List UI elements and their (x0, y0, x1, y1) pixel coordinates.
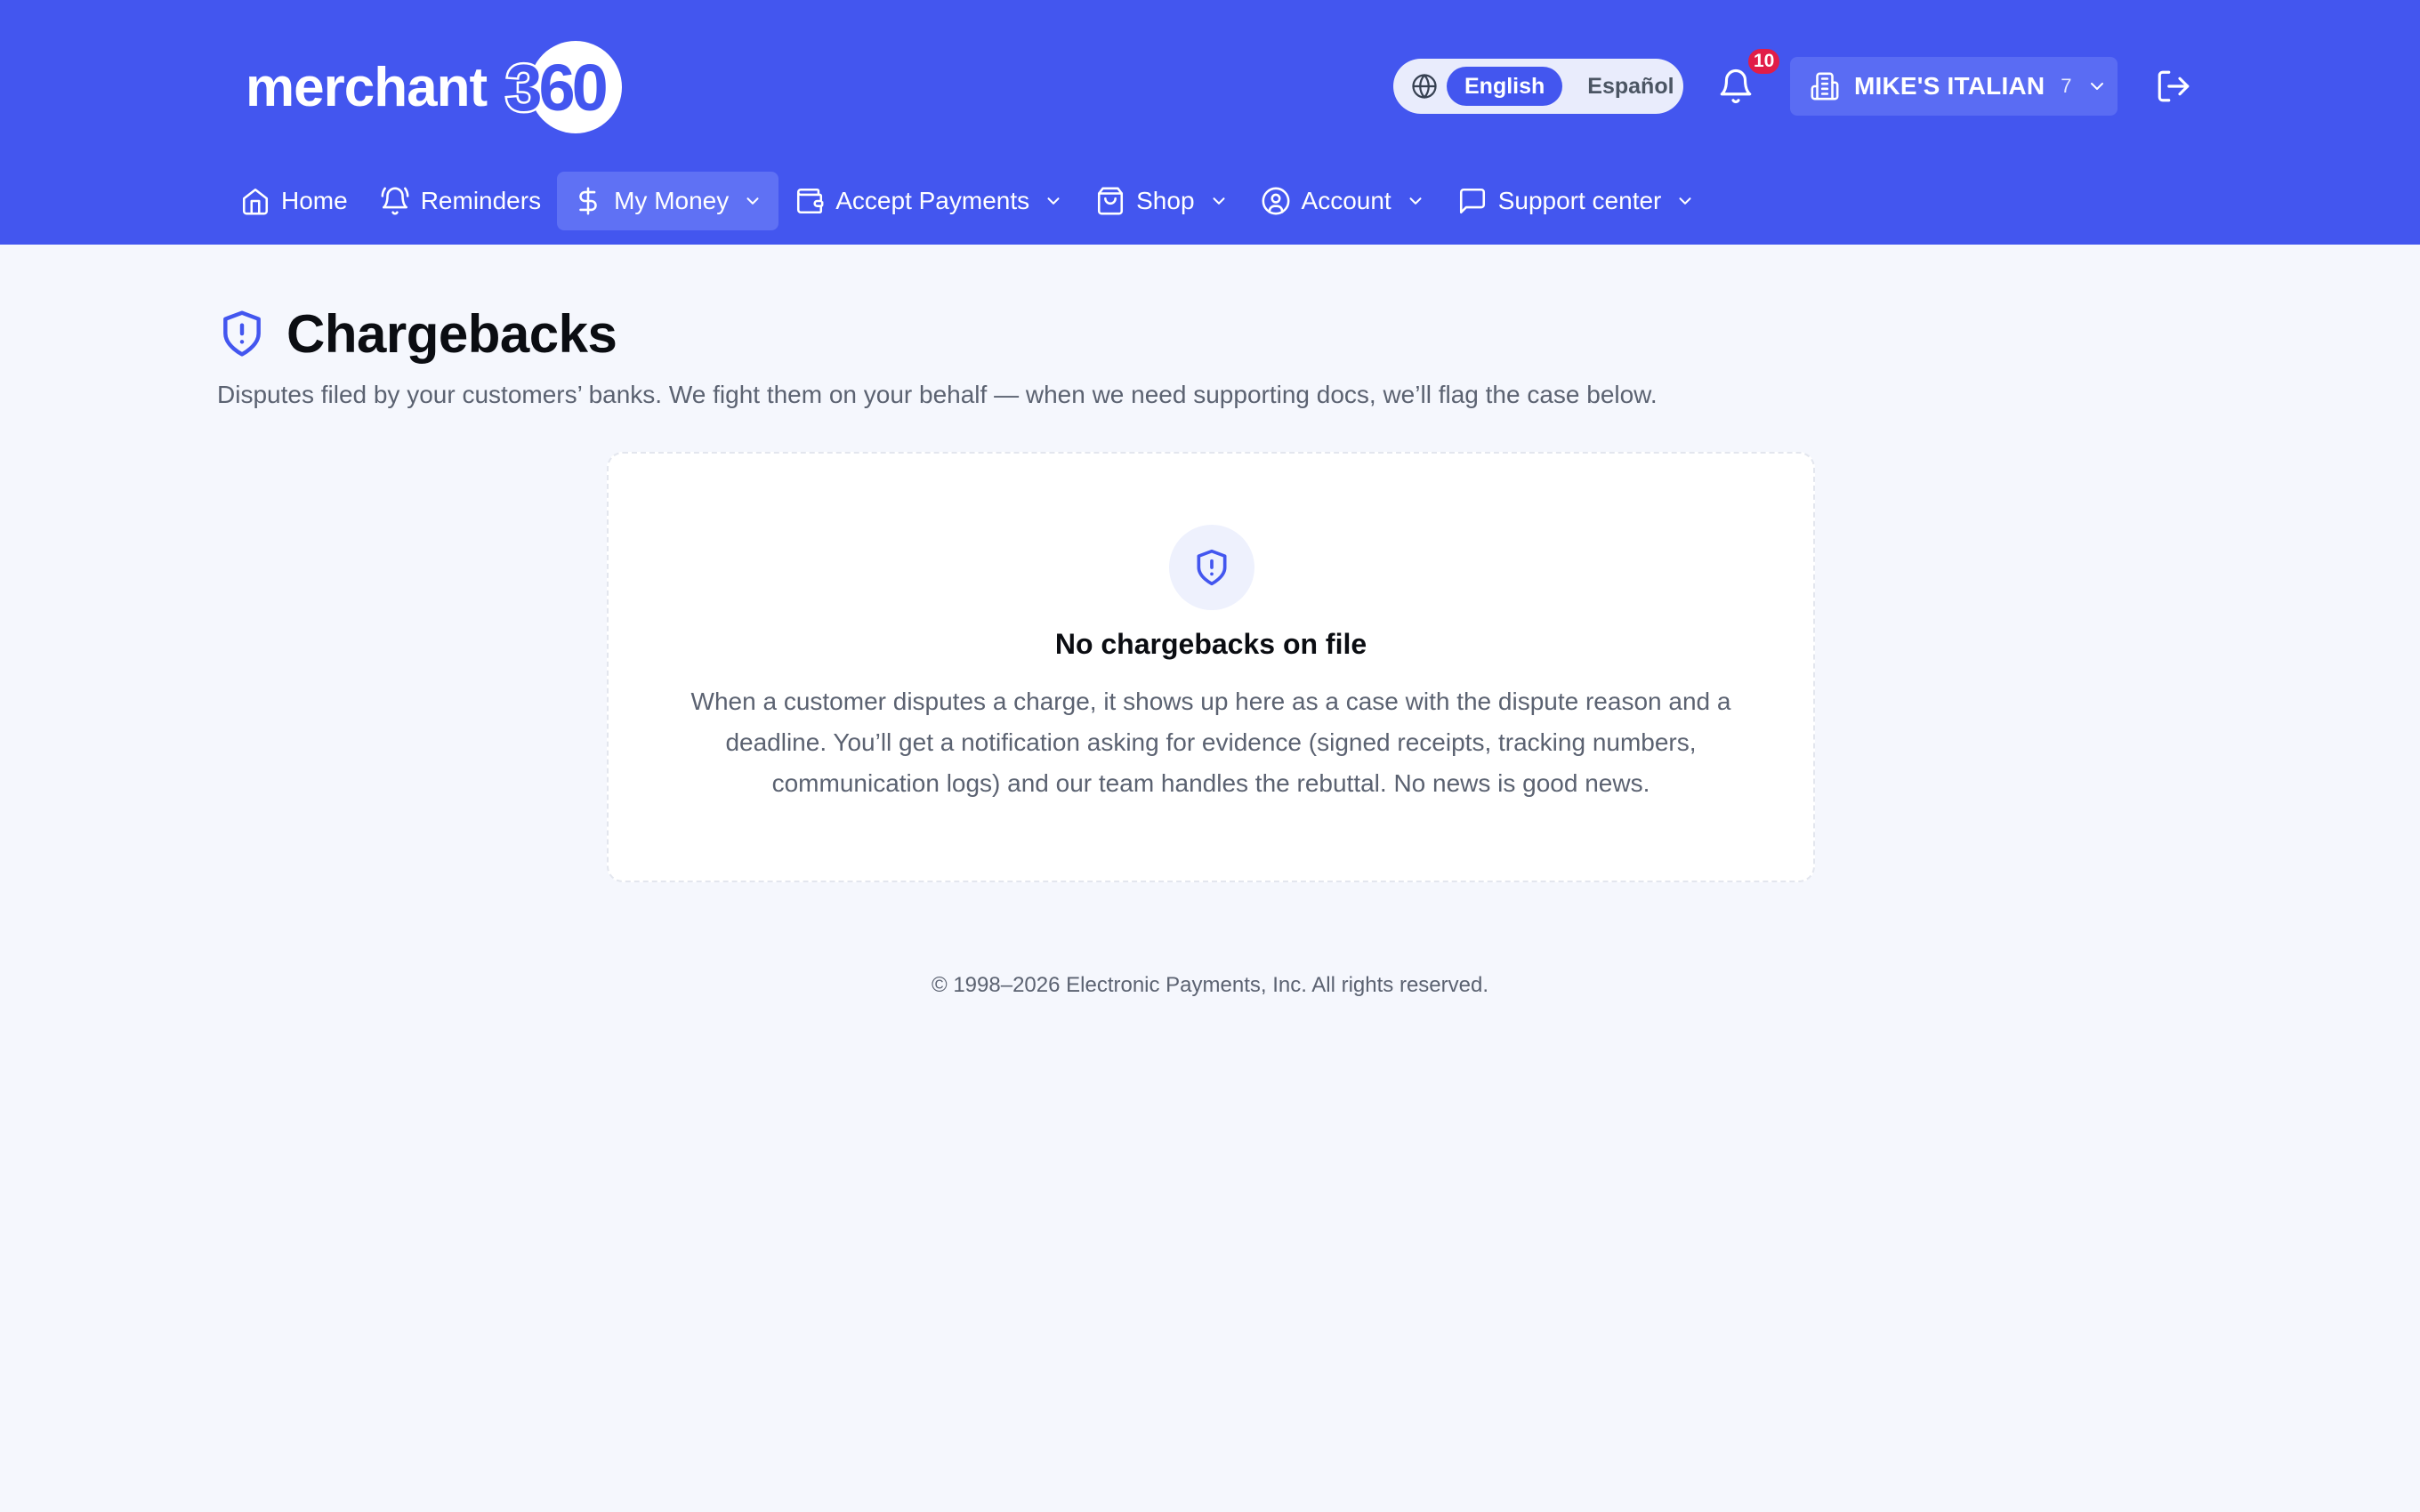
message-square-icon (1457, 186, 1488, 216)
empty-state-title: No chargebacks on file (1054, 628, 1367, 660)
notification-count-badge: 10 (1746, 46, 1783, 76)
nav-label: Home (281, 187, 348, 214)
dollar-icon (573, 186, 603, 216)
chevron-down-icon (743, 191, 762, 211)
merchant360-logo[interactable]: merchant 360 (246, 39, 623, 135)
chevron-down-icon (1406, 191, 1425, 211)
language-toggle: English Español (1393, 59, 1683, 114)
logo-text: merchant (246, 56, 488, 118)
chevron-down-icon (1209, 191, 1229, 211)
merchant-location-count: 7 (2061, 75, 2072, 97)
shield-alert-icon (217, 309, 267, 358)
language-option-espanol[interactable]: Español (1569, 67, 1691, 106)
bell-ring-icon (380, 186, 410, 216)
nav-item-account[interactable]: Account (1245, 172, 1441, 230)
building-icon (1810, 71, 1840, 101)
merchant-name: MIKE'S ITALIAN (1854, 72, 2045, 100)
shopping-bag-icon (1095, 186, 1125, 216)
nav-item-support-center[interactable]: Support center (1441, 172, 1712, 230)
page-header: Chargebacks (217, 301, 617, 366)
shield-alert-icon (1192, 548, 1231, 587)
empty-state-card: No chargebacks on file When a customer d… (607, 452, 1815, 882)
nav-label: Account (1301, 187, 1392, 214)
language-option-english[interactable]: English (1447, 67, 1563, 106)
nav-item-my-money[interactable]: My Money (557, 172, 779, 230)
page-title: Chargebacks (286, 303, 617, 364)
nav-item-shop[interactable]: Shop (1079, 172, 1244, 230)
nav-item-home[interactable]: Home (224, 172, 364, 230)
empty-state-description: When a customer disputes a charge, it sh… (690, 688, 1731, 797)
logout-icon[interactable] (2155, 68, 2192, 105)
top-header: merchant 360 English Español 10 MIKE'S I… (0, 0, 2420, 245)
page-subtitle: Disputes filed by your customers’ banks.… (217, 381, 1658, 408)
empty-state-icon-circle (1169, 525, 1254, 610)
nav-item-accept-payments[interactable]: Accept Payments (778, 172, 1079, 230)
nav-label: My Money (614, 187, 730, 214)
logo-number-badge: 360 (488, 41, 623, 133)
nav-label: Shop (1136, 187, 1195, 214)
chevron-down-icon (2086, 76, 2108, 97)
nav-label: Support center (1497, 187, 1662, 214)
user-circle-icon (1261, 186, 1291, 216)
main-nav: Home Reminders My Money Accept Payments (224, 172, 1711, 230)
footer-copyright: © 1998–2026 Electronic Payments, Inc. Al… (931, 973, 1488, 997)
nav-item-reminders[interactable]: Reminders (364, 172, 557, 230)
globe-icon (1411, 73, 1438, 100)
notifications-bell-icon[interactable] (1717, 68, 1754, 105)
nav-label: Accept Payments (835, 187, 1030, 214)
home-icon (240, 186, 270, 216)
nav-label: Reminders (420, 187, 542, 214)
chevron-down-icon (1044, 191, 1063, 211)
wallet-icon (795, 186, 825, 216)
chevron-down-icon (1675, 191, 1695, 211)
merchant-switcher-button[interactable]: MIKE'S ITALIAN 7 (1790, 57, 2118, 116)
